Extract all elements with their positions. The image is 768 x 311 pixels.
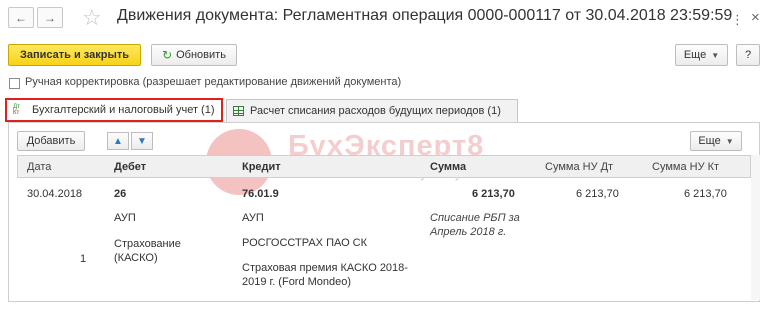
- arrow-down-icon: ▼: [137, 135, 147, 147]
- arrow-right-icon: →: [44, 10, 56, 25]
- column-header-amount-nu-kt[interactable]: Сумма НУ Кт: [652, 161, 719, 173]
- move-up-button[interactable]: ▲: [107, 132, 129, 150]
- forward-button[interactable]: →: [37, 7, 63, 28]
- tab-accounting[interactable]: Дт Кт Бухгалтерский и налоговый учет (1): [5, 98, 223, 122]
- save-and-close-button[interactable]: Записать и закрыть: [8, 44, 141, 66]
- grid-more-label: Еще: [698, 135, 721, 147]
- arrow-up-icon: ▲: [113, 135, 123, 147]
- debit-subconto-2: Страхование (КАСКО): [114, 238, 181, 264]
- credit-account: 76.01.9: [242, 188, 279, 200]
- manual-correction-checkbox[interactable]: [9, 78, 20, 89]
- chevron-down-icon: ▼: [711, 50, 720, 60]
- row-amount: 6 213,70: [472, 188, 515, 200]
- more-icon[interactable]: ⋮: [731, 12, 744, 28]
- favorite-star-icon[interactable]: ☆: [82, 5, 102, 31]
- table-icon: [233, 106, 244, 116]
- scrollbar[interactable]: [751, 155, 760, 300]
- move-down-button[interactable]: ▼: [131, 132, 153, 150]
- row-date: 30.04.2018: [27, 188, 83, 200]
- credit-subconto-3: Страховая премия КАСКО 2018-2019 г. (For…: [242, 262, 408, 288]
- chevron-down-icon: ▼: [725, 136, 734, 146]
- row-amount-nu-dt: 6 213,70: [576, 188, 619, 200]
- window-title: Движения документа: Регламентная операци…: [117, 7, 733, 24]
- column-header-date[interactable]: Дата: [27, 161, 51, 173]
- column-header-debit[interactable]: Дебет: [114, 161, 146, 173]
- arrow-left-icon: ←: [15, 10, 27, 25]
- row-amount-nu-kt: 6 213,70: [684, 188, 727, 200]
- debit-subconto-1: АУП: [114, 212, 136, 224]
- tab-future-expenses[interactable]: Расчет списания расходов будущих периодо…: [226, 99, 518, 122]
- column-header-amount[interactable]: Сумма: [430, 161, 466, 173]
- amount-description: Списание РБП за Апрель 2018 г.: [430, 212, 520, 238]
- more-label: Еще: [683, 49, 707, 61]
- debit-account: 26: [114, 188, 127, 200]
- back-button[interactable]: ←: [8, 7, 34, 28]
- tab-future-expenses-label: Расчет списания расходов будущих периодо…: [250, 105, 501, 117]
- grid-more-button[interactable]: Еще ▼: [690, 131, 742, 151]
- row-number: 1: [80, 253, 87, 265]
- add-button[interactable]: Добавить: [17, 131, 85, 151]
- dt-kt-icon: Дт Кт: [13, 104, 20, 116]
- more-button[interactable]: Еще ▼: [675, 44, 728, 66]
- credit-subconto-2: РОСГОССТРАХ ПАО СК: [242, 237, 368, 249]
- column-header-credit[interactable]: Кредит: [242, 161, 281, 173]
- credit-subconto-1: АУП: [242, 212, 264, 224]
- help-button[interactable]: ?: [736, 44, 760, 66]
- column-header-amount-nu-dt[interactable]: Сумма НУ Дт: [545, 161, 613, 173]
- close-icon[interactable]: ×: [751, 9, 760, 26]
- tab-accounting-label: Бухгалтерский и налоговый учет (1): [32, 104, 215, 116]
- manual-correction-label: Ручная корректировка (разрешает редактир…: [25, 76, 402, 88]
- refresh-icon: ↻: [162, 48, 173, 62]
- refresh-button[interactable]: ↻ Обновить: [151, 44, 237, 66]
- refresh-label: Обновить: [176, 49, 226, 61]
